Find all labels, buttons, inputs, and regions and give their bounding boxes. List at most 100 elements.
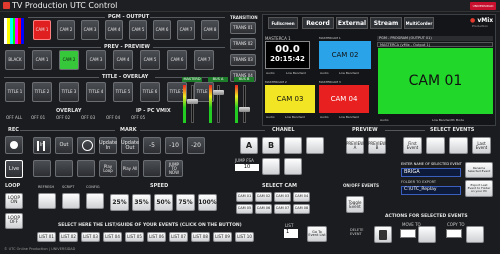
mini-source-0[interactable]: MASTERCAM 1 xyxy=(319,36,369,40)
mark-button-5[interactable]: -5 xyxy=(143,137,161,154)
overlay-button-1[interactable]: OFF ALL xyxy=(6,115,26,121)
list-button-10[interactable]: LIST 10 xyxy=(235,232,254,242)
list-button-2[interactable]: LIST 02 xyxy=(59,232,78,242)
loop-on-button[interactable]: LOOP ON xyxy=(5,193,23,209)
list-button-1[interactable]: LIST 01 xyxy=(37,232,56,242)
mini-audio-2[interactable]: Audio xyxy=(320,115,334,119)
mark-button-1[interactable]: Out xyxy=(55,137,73,154)
pgm-button-8[interactable]: CAM 8 xyxy=(201,20,219,40)
pgm-button-1[interactable]: CAM 1 xyxy=(33,20,51,40)
pgm-button-5[interactable]: CAM 5 xyxy=(129,20,147,40)
mini-audio-1[interactable]: Audio xyxy=(266,115,280,119)
mark-button-7[interactable]: -20 xyxy=(187,137,205,154)
script-button[interactable] xyxy=(62,193,80,209)
chanel-forward-button[interactable] xyxy=(284,158,302,175)
cam-select-5[interactable]: CAM 05 xyxy=(236,204,253,214)
chanel-button-2[interactable] xyxy=(284,137,302,154)
speed-button-1[interactable]: 35% xyxy=(132,194,151,211)
prev-button-1[interactable]: BLACK xyxy=(5,50,25,70)
mark-button-4[interactable]: Update Out xyxy=(121,137,139,154)
list-button-5[interactable]: LIST 05 xyxy=(125,232,144,242)
pgm-button-3[interactable]: CAM 3 xyxy=(81,20,99,40)
event-button-0[interactable]: First Event xyxy=(403,137,422,154)
cam-select-3[interactable]: CAM 03 xyxy=(274,192,291,202)
chanel-button-1[interactable]: B xyxy=(262,137,280,154)
vmix-tab-1[interactable]: Record xyxy=(302,17,334,29)
mark2-button-0[interactable] xyxy=(33,160,51,177)
pgm-audio[interactable]: Audio xyxy=(380,118,389,122)
chanel-button-3[interactable] xyxy=(306,137,324,154)
title-button-4[interactable]: TITLE 4 xyxy=(86,82,106,102)
prev-button-7[interactable]: CAM 6 xyxy=(167,50,187,70)
event-button-2[interactable] xyxy=(449,137,468,154)
fader-knob-2[interactable] xyxy=(239,106,250,112)
pgm-button-2[interactable]: CAM 2 xyxy=(57,20,75,40)
pgm-source[interactable]: MASTERCA (vMix - Output 1) xyxy=(377,42,493,47)
mini-source-1[interactable]: MASTERCAM 2 xyxy=(265,80,315,84)
trans-button-3[interactable]: TRANS 03 xyxy=(230,54,256,66)
goto-list-button[interactable]: Go To Event List xyxy=(307,226,327,242)
pgm-lowbw[interactable]: Low Bandwidth Mode xyxy=(432,118,464,122)
preview-button-0[interactable]: PREVIEW A xyxy=(346,137,364,154)
export-button[interactable]: Export Last Event to Folder on your PC xyxy=(465,180,493,197)
vmix-tab-3[interactable]: Stream xyxy=(370,17,402,29)
config-button[interactable] xyxy=(86,193,104,209)
list-button-7[interactable]: LIST 07 xyxy=(169,232,188,242)
copy-to-input[interactable] xyxy=(446,229,462,238)
prev-button-4[interactable]: CAM 3 xyxy=(86,50,106,70)
rename-button[interactable]: Rename Selected Event xyxy=(465,162,493,178)
preview-button-1[interactable]: PREVIEW B xyxy=(368,137,386,154)
list-button-3[interactable]: LIST 03 xyxy=(81,232,100,242)
trans-button-1[interactable]: TRANS 01 xyxy=(230,22,256,34)
mark2-button-3[interactable]: Play Loop xyxy=(99,160,117,177)
prev-button-5[interactable]: CAM 4 xyxy=(113,50,133,70)
move-to-button[interactable] xyxy=(418,226,436,243)
cam-select-4[interactable]: CAM 04 xyxy=(293,192,310,202)
title-button-2[interactable]: TITLE 2 xyxy=(32,82,52,102)
mini-source-2[interactable]: MASTERCAM 3 xyxy=(319,80,369,84)
trans-button-2[interactable]: TRANS 02 xyxy=(230,38,256,50)
mini-audio-0[interactable]: Audio xyxy=(320,71,334,75)
speed-button-3[interactable]: 75% xyxy=(176,194,195,211)
refresh-button[interactable] xyxy=(38,193,56,209)
chanel-button-0[interactable]: A xyxy=(240,137,258,154)
prev-button-3[interactable]: CAM 2 xyxy=(59,50,79,70)
cam-select-7[interactable]: CAM 07 xyxy=(274,204,291,214)
chanel-next-button[interactable] xyxy=(262,158,280,175)
title-button-6[interactable]: TITLE 6 xyxy=(140,82,160,102)
fader-knob-0[interactable] xyxy=(187,99,198,105)
clock-lowbw[interactable]: Low Bandwid xyxy=(286,71,306,75)
overlay-button-4[interactable]: OFF 03 xyxy=(81,115,101,121)
jump-fsa-input[interactable]: 10 xyxy=(235,164,259,171)
overlay-button-3[interactable]: OFF 02 xyxy=(56,115,76,121)
event-button-1[interactable] xyxy=(426,137,445,154)
mark-button-3[interactable]: Update In xyxy=(99,137,117,154)
prev-button-2[interactable]: CAM 1 xyxy=(32,50,52,70)
prev-button-8[interactable]: CAM 7 xyxy=(194,50,214,70)
move-to-input[interactable] xyxy=(400,229,416,238)
mini-lowbw-2[interactable]: Low Bandwid xyxy=(339,115,363,119)
mark2-button-4[interactable]: Play All xyxy=(121,160,139,177)
speed-button-2[interactable]: 50% xyxy=(154,194,173,211)
mark2-button-1[interactable] xyxy=(55,160,73,177)
pgm-button-7[interactable]: CAM 7 xyxy=(177,20,195,40)
pgm-button-4[interactable]: CAM 4 xyxy=(105,20,123,40)
mark-button-6[interactable]: -10 xyxy=(165,137,183,154)
cam-select-2[interactable]: CAM 02 xyxy=(255,192,272,202)
title-button-5[interactable]: TITLE 5 xyxy=(113,82,133,102)
mark2-button-2[interactable] xyxy=(77,160,95,177)
list-button-4[interactable]: LIST 04 xyxy=(103,232,122,242)
pgm-button-6[interactable]: CAM 6 xyxy=(153,20,171,40)
title-button-1[interactable]: TITLE 1 xyxy=(5,82,25,102)
mark2-button-5[interactable] xyxy=(143,160,161,177)
title-button-3[interactable]: TITLE 3 xyxy=(59,82,79,102)
cam-select-8[interactable]: CAM 08 xyxy=(293,204,310,214)
list-button-8[interactable]: LIST 08 xyxy=(191,232,210,242)
toggle-event-button[interactable]: Toggle Event xyxy=(346,196,364,213)
live-button[interactable]: Live xyxy=(5,160,23,178)
list-button-6[interactable]: LIST 06 xyxy=(147,232,166,242)
event-name-input[interactable]: BRIGA xyxy=(401,168,461,177)
mini-lowbw-0[interactable]: Low Bandwid xyxy=(339,71,363,75)
cam-select-6[interactable]: CAM 06 xyxy=(255,204,272,214)
speed-button-4[interactable]: 100% xyxy=(198,194,217,211)
